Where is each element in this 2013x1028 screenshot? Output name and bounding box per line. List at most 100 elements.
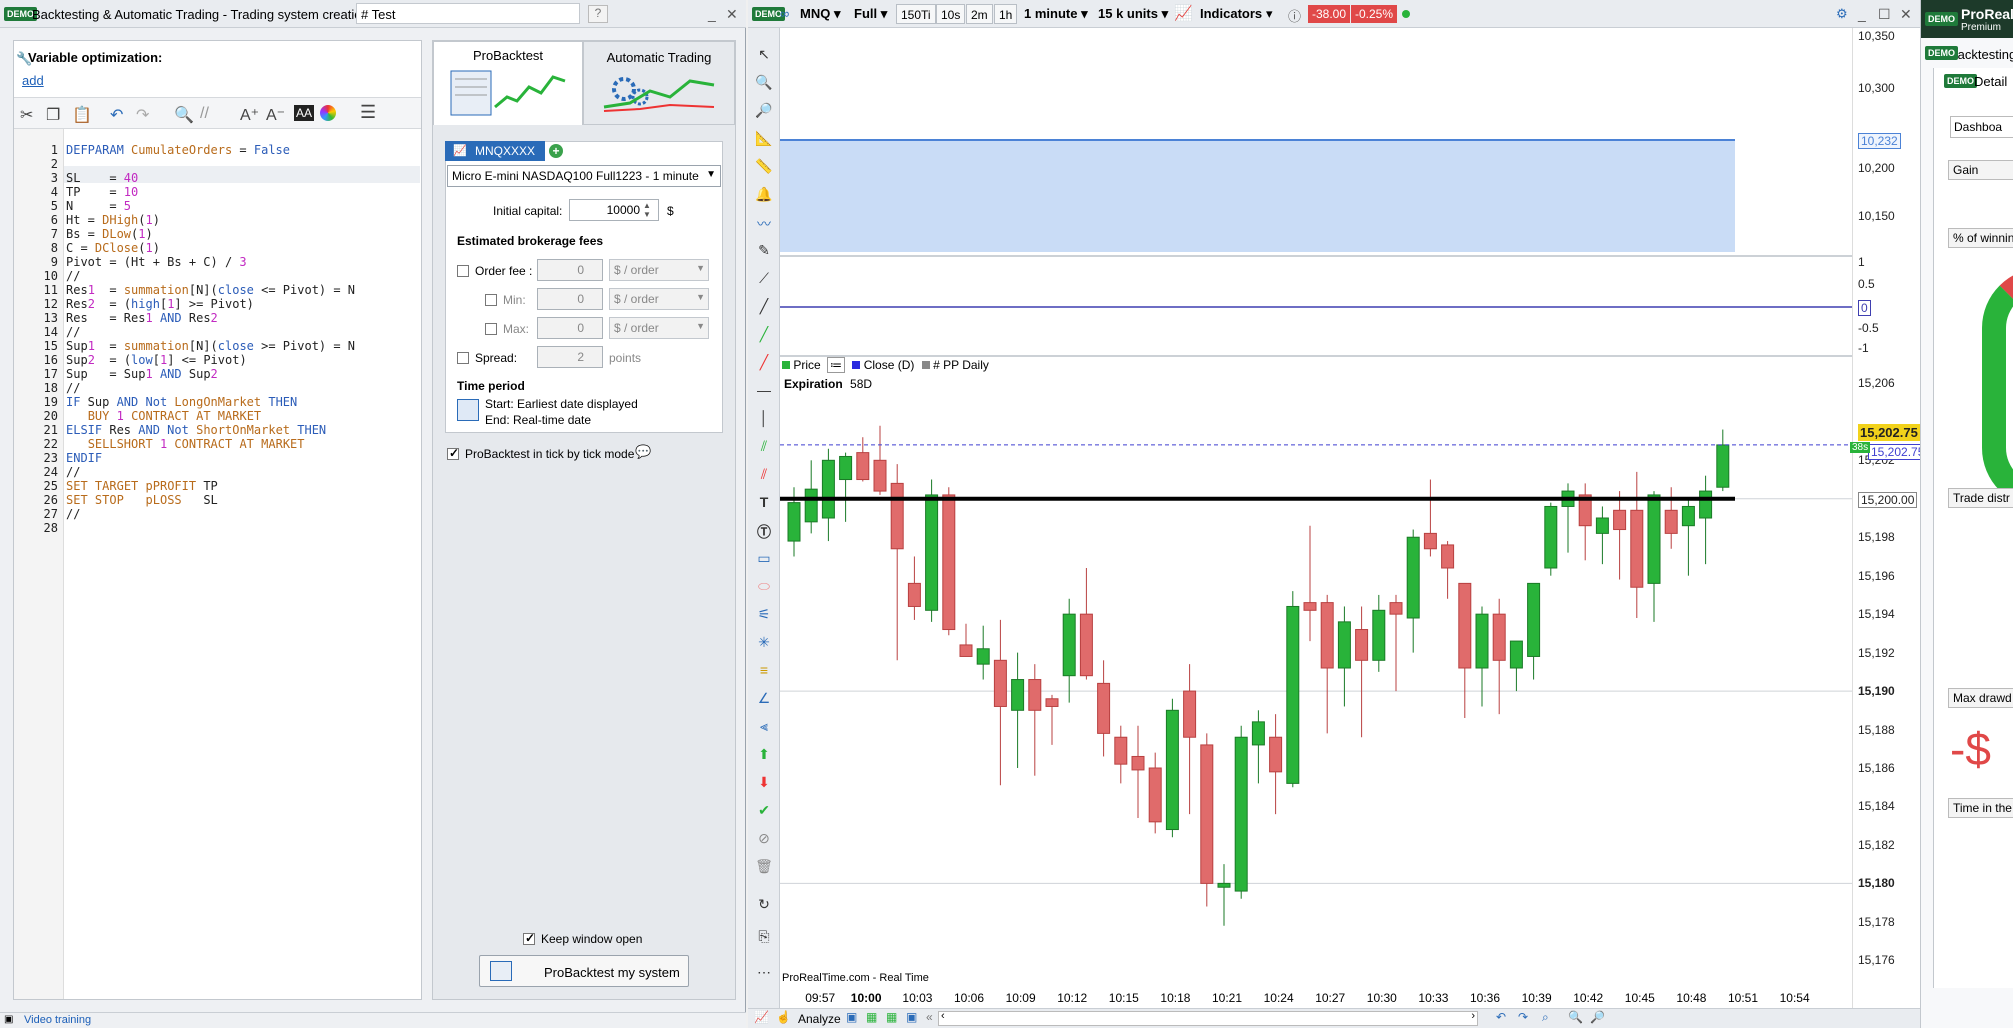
min-fee-input[interactable]: 0 (537, 288, 603, 310)
trend-down-icon[interactable]: ╱ (754, 354, 774, 374)
probacktest-run-button[interactable]: ProBacktest my system (479, 955, 689, 987)
order-fee-unit-select[interactable]: $ / order ▼ (609, 259, 709, 281)
font-decrease-icon[interactable]: A⁻ (266, 105, 285, 125)
color-wheel-icon[interactable] (320, 105, 336, 121)
font-increase-icon[interactable]: A⁺ (240, 105, 259, 125)
scroll-right-icon[interactable]: › (1471, 1010, 1475, 1022)
system-name-input[interactable]: # Test (356, 3, 580, 24)
code-line[interactable]: BUY 1 CONTRACT AT MARKET (66, 409, 261, 423)
scroll-first-icon[interactable]: « (926, 1010, 933, 1024)
code-line[interactable]: // (66, 269, 80, 283)
paste-icon[interactable]: 📋 (72, 105, 92, 125)
copy-layout-icon[interactable]: ⎘ (754, 928, 774, 948)
minimize-icon[interactable]: _ (708, 6, 716, 22)
code-line[interactable]: Sup2 = (low[1] <= Pivot) (66, 353, 247, 367)
code-line[interactable]: Res = Res1 AND Res2 (66, 311, 218, 325)
instrument-select[interactable]: Micro E-mini NASDAQ100 Full1223 - 1 minu… (447, 165, 721, 187)
text-style-icon[interactable]: AA (294, 105, 315, 121)
analyze-button[interactable]: Analyze (798, 1012, 841, 1026)
close-icon[interactable]: ✕ (1900, 6, 1912, 23)
min-fee-checkbox[interactable] (485, 294, 497, 306)
code-line[interactable]: Res1 = summation[N](close <= Pivot) = N (66, 283, 355, 297)
channel-down-icon[interactable]: ⫽ (754, 466, 774, 486)
info-icon[interactable]: ⓘ (1288, 6, 1301, 25)
spread-checkbox[interactable] (457, 352, 469, 364)
ruler-icon[interactable]: 📏 (754, 158, 774, 178)
spread-input[interactable]: 2 (537, 346, 603, 368)
video-training-link[interactable]: Video training (24, 1014, 91, 1026)
zoom-in-icon[interactable]: 🔎 (1590, 1010, 1605, 1024)
trash-icon[interactable]: 🗑 (754, 858, 774, 878)
vertical-line-icon[interactable]: │ (754, 410, 774, 430)
copy-icon[interactable]: ❐ (46, 105, 60, 125)
text-box-icon[interactable]: Ⓣ (754, 522, 774, 542)
code-line[interactable]: Pivot = (Ht + Bs + C) / 3 (66, 255, 247, 269)
code-line[interactable]: Res2 = (high[1] >= Pivot) (66, 297, 254, 311)
chart-area[interactable]: 09:57 10:00 10:03 10:06 10:09 10:12 10:15 10:18… (780, 28, 1870, 1008)
hour-1-button[interactable]: 1h (994, 4, 1018, 24)
keep-open-checkbox[interactable] (523, 931, 535, 945)
code-line[interactable]: Sup1 = summation[N](close >= Pivot) = N (66, 339, 355, 353)
zoom-area-icon[interactable]: 🔎 (754, 102, 774, 122)
more-icon[interactable]: ⋯ (754, 964, 774, 984)
menu-icon[interactable]: ☰ (360, 102, 376, 123)
units-select[interactable]: 15 k units ▾ (1098, 6, 1168, 22)
code-line[interactable]: SL = 40 (66, 171, 138, 185)
delete-drawings-icon[interactable]: ⊘ (754, 830, 774, 850)
rectangle-icon[interactable]: ▭ (754, 550, 774, 570)
indicators-chevron-icon[interactable]: ▾ (1266, 6, 1273, 22)
link-icon[interactable]: ∞ (780, 6, 789, 21)
tab-automatic-trading[interactable]: Automatic Trading (583, 41, 735, 125)
legend-close[interactable]: Close (D) (864, 358, 915, 372)
indicators-icon[interactable]: 📈 (1174, 4, 1193, 22)
sell-arrow-icon[interactable]: ⬇ (754, 774, 774, 794)
undo-icon[interactable]: ↶ (110, 105, 123, 125)
spinner-icon[interactable]: ▲ ▼ (643, 201, 651, 219)
legend-pp[interactable]: # PP Daily (933, 358, 989, 372)
code-line[interactable]: ENDIF (66, 451, 102, 465)
zoom-icon[interactable]: 🔍 (754, 74, 774, 94)
price-chart-svg[interactable]: 09:57 10:00 10:03 10:06 10:09 10:12 10:15 10:18… (780, 28, 1870, 1008)
detail-tab[interactable]: Detail (1974, 74, 2007, 89)
segment-icon[interactable]: ⟋ (754, 270, 774, 290)
time-scrollbar[interactable]: ‹ › (938, 1010, 1478, 1026)
comment-icon[interactable]: // (200, 105, 209, 123)
list-icon[interactable]: ≔ (827, 357, 846, 373)
window-icon[interactable]: ▣ (906, 1010, 917, 1024)
code-line[interactable]: Sup = Sup1 AND Sup2 (66, 367, 218, 381)
ellipse-icon[interactable]: ⬭ (754, 578, 774, 598)
timeframe-select[interactable]: 1 minute ▾ (1024, 6, 1088, 22)
gann-icon[interactable]: ∠ (754, 690, 774, 710)
buy-arrow-icon[interactable]: ⬆ (754, 746, 774, 766)
code-line[interactable]: SET STOP pLOSS SL (66, 493, 218, 507)
text-tool-icon[interactable]: T (754, 494, 774, 514)
code-line[interactable]: SELLSHORT 1 CONTRACT AT MARKET (66, 437, 305, 451)
order-fee-checkbox[interactable] (457, 265, 469, 277)
add-variable-link[interactable]: add (22, 73, 44, 88)
code-line[interactable]: Bs = DLow(1) (66, 227, 153, 241)
scroll-left-icon[interactable]: ‹ (941, 1010, 945, 1022)
symbol-select[interactable]: MNQ ▾ (800, 6, 840, 22)
code-line[interactable]: // (66, 507, 80, 521)
hand-icon[interactable]: ☝ (776, 1010, 791, 1024)
code-line[interactable]: // (66, 381, 80, 395)
max-fee-checkbox[interactable] (485, 323, 497, 335)
tab-probacktest[interactable]: ProBacktest (433, 41, 583, 125)
wave-icon[interactable]: 〰 (754, 214, 774, 234)
zoom-fit-icon[interactable]: ⌕ (1542, 1010, 1549, 1025)
order-fee-input[interactable]: 0 (537, 259, 603, 281)
dashboard-select[interactable]: Dashboa (1950, 116, 2013, 138)
minimize-icon[interactable]: _ (1858, 6, 1866, 22)
legend-price[interactable]: Price (793, 358, 820, 372)
maximize-icon[interactable]: ☐ (1878, 6, 1891, 23)
cut-icon[interactable]: ✂ (20, 105, 33, 125)
code-line[interactable]: SET TARGET pPROFIT TP (66, 479, 218, 493)
search-icon[interactable]: 🔍 (174, 105, 194, 125)
max-fee-unit-select[interactable]: $ / order ▼ (609, 317, 709, 339)
fib-levels-icon[interactable]: ≡ (754, 662, 774, 682)
line-icon[interactable]: ╱ (754, 298, 774, 318)
portfolio-icon[interactable]: ▣ (846, 1010, 857, 1024)
andrews-icon[interactable]: ⫷ (754, 718, 774, 738)
back-icon[interactable]: ↶ (1496, 1010, 1506, 1024)
redo-icon[interactable]: ↷ (136, 105, 149, 125)
